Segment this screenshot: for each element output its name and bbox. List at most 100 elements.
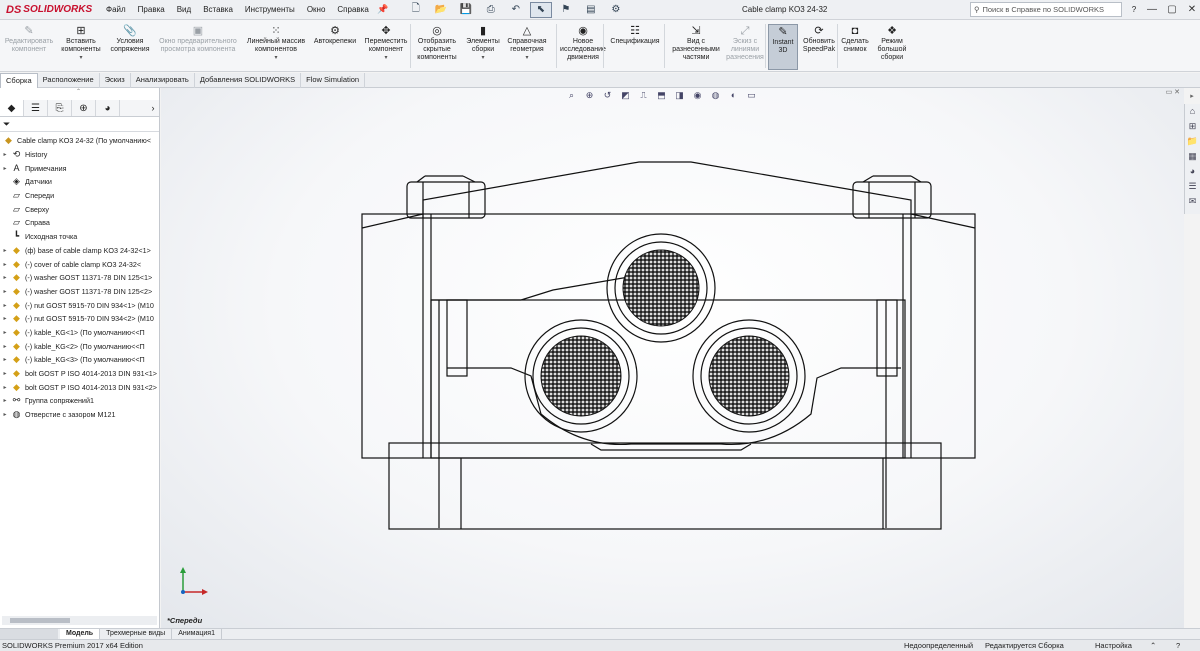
tab-4[interactable]: Добавления SOLIDWORKS [195, 73, 302, 88]
rebuild-icon[interactable]: ⚑ [555, 2, 577, 18]
restore-icon[interactable]: ▢ [1162, 0, 1182, 20]
ribbon-button-exploded-view[interactable]: ⇲ Вид с разнесенными частями [668, 24, 724, 70]
units-settings[interactable]: Настройка [1095, 640, 1132, 651]
tree-item[interactable]: ▸ ⚯ Группа сопряжений1 [0, 394, 159, 408]
ribbon-button-assembly-features[interactable]: ▮ Элементы сборки ▾ [465, 24, 501, 70]
expand-arrow-icon[interactable]: ▸ [0, 315, 10, 322]
view-orientation-icon[interactable]: ⬒ [655, 89, 668, 102]
view-settings-icon[interactable]: ▭ [745, 89, 758, 102]
dynamic-annotation-icon[interactable]: ⎍ [637, 89, 650, 102]
help-dropdown-icon[interactable]: ? [1128, 0, 1140, 20]
view-palette-icon[interactable]: ▦ [1186, 149, 1200, 163]
tree-item[interactable]: ▱ Справа [0, 216, 159, 230]
model-tab-0[interactable]: Модель [60, 629, 101, 639]
ribbon-button-smart-fasteners[interactable]: ⚙ Автокрепежи [311, 24, 359, 70]
expand-arrow-icon[interactable]: ▸ [0, 288, 10, 295]
ribbon-button-instant3d[interactable]: ✎ Instant 3D [768, 24, 798, 70]
tab-0[interactable]: Сборка [0, 73, 38, 88]
solidworks-logo[interactable]: DS SOLIDWORKS [0, 0, 100, 20]
ribbon-button-component-preview[interactable]: ▣ Окно предварительного просмотра компоне… [155, 24, 241, 70]
ribbon-button-speedpak[interactable]: ⟳ Обновить SpeedPak [800, 24, 838, 70]
expand-arrow-icon[interactable]: ▸ [0, 329, 10, 336]
expand-arrow-icon[interactable]: ▸ [0, 247, 10, 254]
tree-item[interactable]: ▸ ◆ bolt GOST P ISO 4014-2013 DIN 931<2> [0, 380, 159, 394]
menu-item-0[interactable]: Файл [100, 0, 132, 20]
pin-menu-icon[interactable]: 📌 [375, 4, 391, 15]
task-pane-expand-icon[interactable]: ▸ [1184, 88, 1200, 104]
tree-item[interactable]: ▱ Спереди [0, 189, 159, 203]
menu-item-6[interactable]: Справка [331, 0, 374, 20]
expand-arrow-icon[interactable]: ▸ [0, 397, 10, 404]
menu-item-2[interactable]: Вид [171, 0, 197, 20]
tree-root-assembly[interactable]: ◆ Cable clamp KO3 24-32 (По умолчанию< [0, 134, 159, 148]
print-icon[interactable]: ⎙ [480, 2, 502, 18]
display-style-icon[interactable]: ◨ [673, 89, 686, 102]
menu-item-5[interactable]: Окно [301, 0, 332, 20]
tree-item[interactable]: ▸ ⟲ History [0, 148, 159, 162]
tree-item[interactable]: ▸ ◆ (-) nut GOST 5915-70 DIN 934<2> (M10 [0, 312, 159, 326]
apply-scene-icon[interactable]: ◐ [727, 89, 740, 102]
menu-item-4[interactable]: Инструменты [239, 0, 301, 20]
tree-item[interactable]: ▱ Сверху [0, 202, 159, 216]
tree-item[interactable]: ▸ ◆ (-) washer GOST 11371-78 DIN 125<1> [0, 271, 159, 285]
ribbon-button-bom[interactable]: ☷ Спецификация [606, 24, 664, 70]
ribbon-button-edit-component[interactable]: ✎ Редактировать компонент [3, 24, 55, 70]
filter-icon[interactable]: ⏷ [3, 119, 10, 130]
property-manager-tab-icon[interactable]: ☰ [24, 100, 48, 116]
expand-arrow-icon[interactable]: ▸ [0, 343, 10, 350]
zoom-to-area-icon[interactable]: ⊕ [583, 89, 596, 102]
minimize-icon[interactable]: — [1142, 0, 1162, 20]
menu-item-3[interactable]: Вставка [197, 0, 239, 20]
tab-navigation-arrows[interactable] [0, 629, 58, 639]
tree-item[interactable]: ▸ ◆ (-) washer GOST 11371-78 DIN 125<2> [0, 285, 159, 299]
dropdown-arrow-icon[interactable]: ▾ [274, 55, 277, 61]
expand-arrow-icon[interactable]: ▸ [0, 261, 10, 268]
display-manager-tab-icon[interactable]: ◕ [96, 100, 120, 116]
dropdown-arrow-icon[interactable]: ▾ [79, 55, 82, 61]
file-explorer-icon[interactable]: 📁 [1186, 134, 1200, 148]
tree-item[interactable]: ▸ ◍ Отверстие с зазором M121 [0, 408, 159, 422]
dropdown-arrow-icon[interactable]: ▾ [481, 55, 484, 61]
design-library-icon[interactable]: ⊞ [1186, 119, 1200, 133]
zoom-to-fit-icon[interactable]: ⌕ [565, 89, 578, 102]
tree-item[interactable]: ▸ A Примечания [0, 161, 159, 175]
model-tab-2[interactable]: Анимация1 [172, 629, 222, 639]
menu-item-1[interactable]: Правка [132, 0, 171, 20]
chevron-up-icon[interactable]: ⌃ [1150, 640, 1156, 651]
ribbon-button-explode-line-sketch[interactable]: ⤢ Эскиз с линиями разнесения [725, 24, 765, 70]
file-properties-icon[interactable]: ▤ [580, 2, 602, 18]
close-icon[interactable]: ✕ [1182, 0, 1200, 20]
tab-1[interactable]: Расположение [38, 73, 100, 88]
tree-item[interactable]: ▸ ◆ (-) kable_KG<1> (По умолчанию<<П [0, 326, 159, 340]
dropdown-arrow-icon[interactable]: ▾ [384, 55, 387, 61]
expand-arrow-icon[interactable]: ▸ [0, 411, 10, 418]
graphics-area[interactable]: ⌕ ⊕ ↺ ◩ ⎍ ⬒ ◨ ◉ ◍ ◐ ▭ ▭ ✕ *Спереди [161, 88, 1184, 628]
tree-item[interactable]: ┗ Исходная точка [0, 230, 159, 244]
collapse-handle-icon[interactable]: ⌃ [76, 88, 81, 95]
tree-item[interactable]: ▸ ◆ (-) kable_KG<2> (По умолчанию<<П [0, 339, 159, 353]
custom-properties-icon[interactable]: ☰ [1186, 179, 1200, 193]
save-icon[interactable]: 💾 [455, 2, 477, 18]
section-view-icon[interactable]: ◩ [619, 89, 632, 102]
expand-arrow-icon[interactable]: ▸ [0, 302, 10, 309]
scrollbar-thumb[interactable] [10, 618, 70, 623]
options-gear-icon[interactable]: ⚙ [605, 2, 627, 18]
tree-item[interactable]: ▸ ◆ (ф) base of cable clamp KO3 24-32<1> [0, 244, 159, 258]
ribbon-button-snapshot[interactable]: ◘ Сделать снимок [839, 24, 871, 70]
open-icon[interactable]: 📂 [430, 2, 452, 18]
expand-arrow-icon[interactable]: ▸ [0, 356, 10, 363]
previous-view-icon[interactable]: ↺ [601, 89, 614, 102]
configuration-manager-tab-icon[interactable]: ⎘ [48, 100, 72, 116]
solidworks-resources-icon[interactable]: ⌂ [1186, 104, 1200, 118]
tree-item[interactable]: ◈ Датчики [0, 175, 159, 189]
ribbon-button-mate[interactable]: 📎 Условия сопряжения [107, 24, 153, 70]
ribbon-button-move-component[interactable]: ✥ Переместить компонент ▾ [361, 24, 411, 70]
expand-arrow-icon[interactable]: ▸ [0, 370, 10, 377]
ribbon-button-large-assembly[interactable]: ❖ Режим большой сборки [873, 24, 911, 70]
model-tab-1[interactable]: Трехмерные виды [100, 629, 173, 639]
appearances-icon[interactable]: ◕ [1186, 164, 1200, 178]
forum-icon[interactable]: ✉ [1186, 194, 1200, 208]
tab-3[interactable]: Анализировать [131, 73, 195, 88]
dimxpert-tab-icon[interactable]: ⊕ [72, 100, 96, 116]
ribbon-button-reference-geometry[interactable]: △ Справочная геометрия ▾ [505, 24, 549, 70]
